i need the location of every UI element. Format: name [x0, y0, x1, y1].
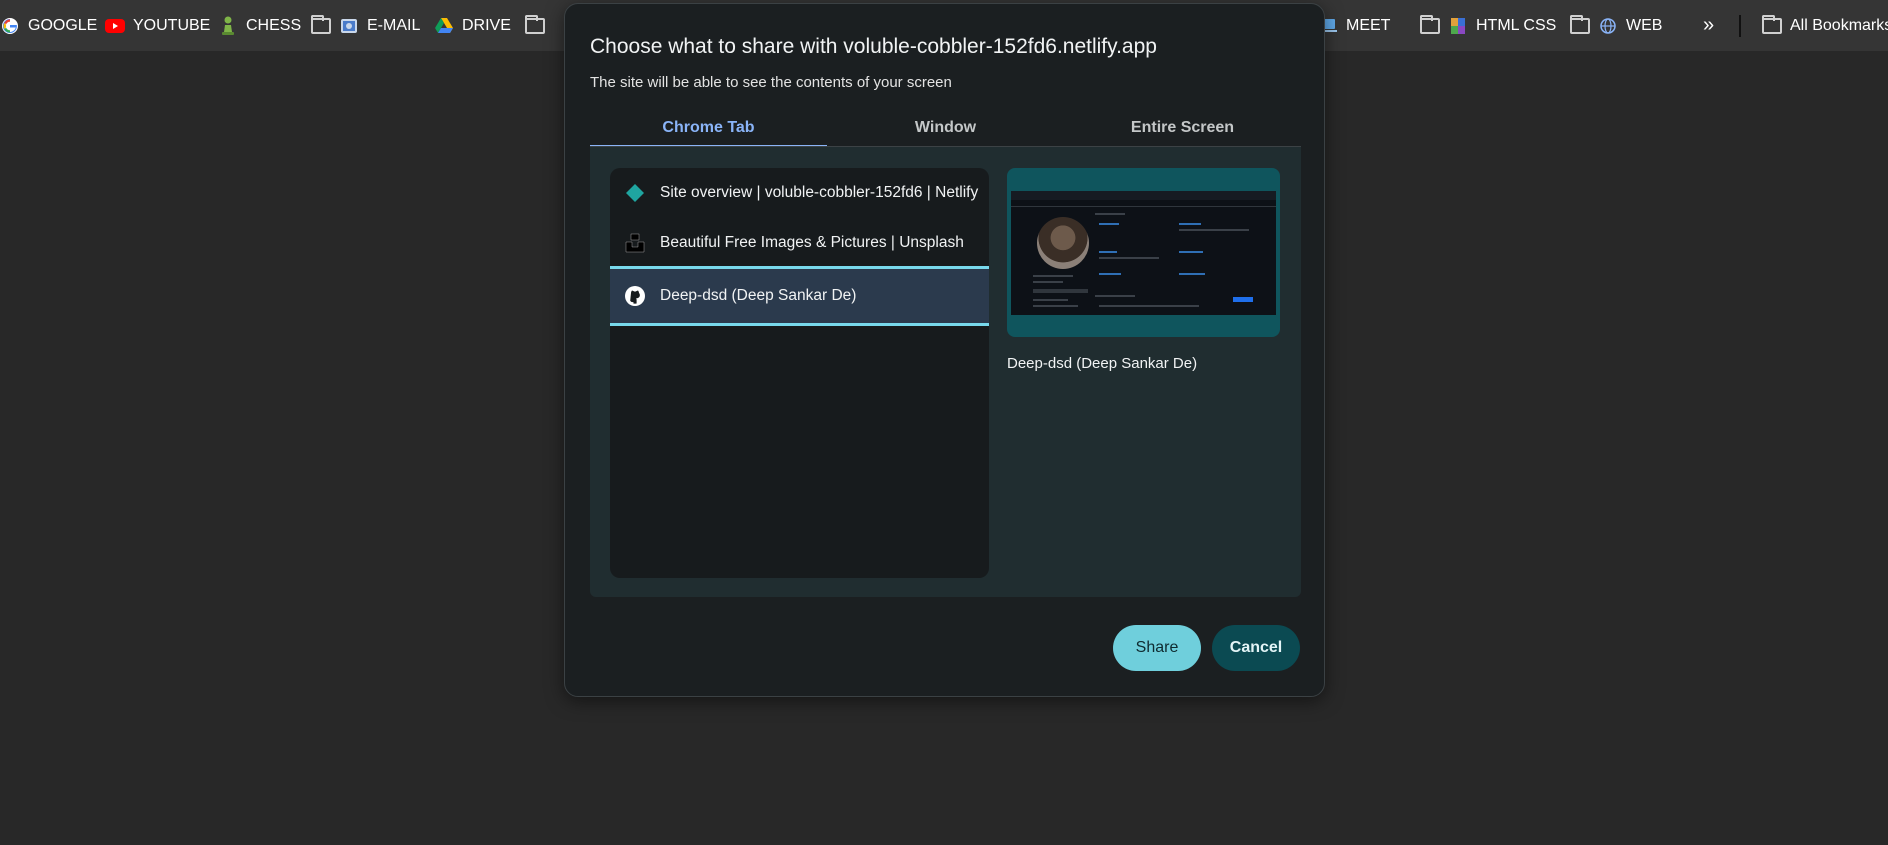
tab-list[interactable]: Site overview | voluble-cobbler-152fd6 |…	[610, 168, 989, 578]
tab-list-item-title: Site overview | voluble-cobbler-152fd6 |…	[660, 184, 979, 201]
tab-preview-thumbnail	[1007, 168, 1280, 337]
github-profile-screenshot	[1011, 191, 1276, 315]
bookmark-label: CHESS	[246, 16, 302, 34]
folder-icon	[311, 14, 331, 36]
bookmark-label: MEET	[1346, 16, 1391, 34]
all-bookmarks-label: All Bookmarks	[1790, 16, 1888, 34]
bookmark-label: YOUTUBE	[133, 16, 211, 34]
bookmark-email[interactable]: E-MAIL	[311, 0, 420, 51]
folder-icon	[1570, 14, 1590, 36]
bookmark-html-css[interactable]: HTML CSS	[1420, 0, 1556, 51]
github-icon	[624, 285, 646, 307]
bookmark-label: E-MAIL	[367, 16, 421, 34]
avatar	[1037, 217, 1089, 269]
bookmark-drive[interactable]: DRIVE	[434, 0, 511, 51]
share-button[interactable]: Share	[1113, 625, 1201, 671]
bookmark-label: GOOGLE	[28, 16, 98, 34]
dialog-title: Choose what to share with voluble-cobble…	[590, 35, 1157, 58]
youtube-icon	[105, 16, 125, 36]
folder-icon	[1420, 14, 1440, 36]
folder-icon	[1762, 14, 1782, 36]
html-css-icon	[1448, 16, 1468, 36]
tab-window[interactable]: Window	[827, 108, 1064, 148]
preview-label: Deep-dsd (Deep Sankar De)	[1007, 355, 1198, 372]
bookmark-label: DRIVE	[462, 16, 511, 34]
bookmark-label: WEB	[1626, 16, 1663, 34]
all-bookmarks-button[interactable]: All Bookmarks	[1762, 0, 1888, 51]
chess-pawn-icon	[218, 16, 238, 36]
unsplash-icon	[624, 232, 646, 254]
folder-icon	[525, 14, 545, 36]
bookmarks-overflow-button[interactable]: »	[1703, 0, 1714, 51]
tab-picker-panel: Site overview | voluble-cobbler-152fd6 |…	[590, 147, 1301, 597]
share-screen-dialog: Choose what to share with voluble-cobble…	[564, 3, 1325, 697]
bookmark-google[interactable]: GOOGLE	[0, 0, 97, 51]
globe-icon	[1598, 16, 1618, 36]
bookmark-web[interactable]: WEB	[1570, 0, 1662, 51]
tab-entire-screen[interactable]: Entire Screen	[1064, 108, 1301, 148]
tab-list-item-netlify[interactable]: Site overview | voluble-cobbler-152fd6 |…	[610, 168, 989, 218]
cancel-button[interactable]: Cancel	[1212, 625, 1300, 671]
dialog-subtitle: The site will be able to see the content…	[590, 74, 952, 91]
bookmark-youtube[interactable]: YOUTUBE	[105, 0, 210, 51]
bookmarks-divider	[1739, 0, 1741, 51]
share-source-tabs: Chrome Tab Window Entire Screen	[590, 108, 1301, 148]
netlify-icon	[624, 182, 646, 204]
tab-list-item-title: Deep-dsd (Deep Sankar De)	[660, 287, 857, 304]
bookmark-folder[interactable]	[525, 0, 545, 51]
google-icon	[0, 16, 20, 36]
chevron-double-right-icon: »	[1703, 14, 1715, 36]
tab-list-item-title: Beautiful Free Images & Pictures | Unspl…	[660, 234, 964, 251]
email-icon	[339, 16, 359, 36]
tab-chrome-tab[interactable]: Chrome Tab	[590, 108, 827, 148]
bookmark-label: HTML CSS	[1476, 16, 1557, 34]
tab-list-item-github[interactable]: Deep-dsd (Deep Sankar De)	[610, 266, 989, 326]
drive-icon	[434, 16, 454, 36]
tab-list-item-unsplash[interactable]: Beautiful Free Images & Pictures | Unspl…	[610, 218, 989, 268]
bookmark-meet[interactable]: MEET	[1318, 0, 1390, 51]
bookmark-chess[interactable]: CHESS	[218, 0, 301, 51]
